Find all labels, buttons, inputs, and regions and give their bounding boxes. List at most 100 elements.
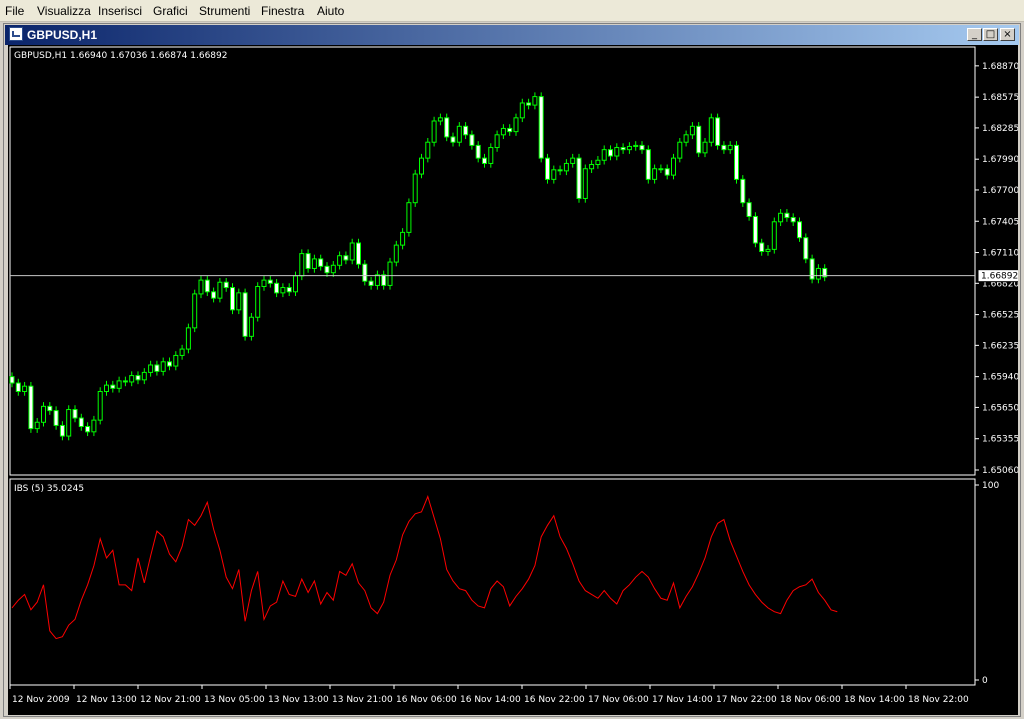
menu-strumenti[interactable]: Strumenti — [199, 4, 250, 18]
candle-body[interactable] — [759, 242, 765, 252]
minimize-button[interactable]: _ — [967, 28, 982, 41]
candle-body[interactable] — [412, 173, 418, 204]
candle-body[interactable] — [41, 405, 46, 423]
candle-body[interactable] — [160, 361, 166, 372]
candle-body[interactable] — [538, 96, 544, 159]
candle-body[interactable] — [475, 144, 481, 159]
candle-body[interactable] — [59, 424, 65, 437]
candle-body[interactable] — [708, 117, 714, 143]
candle-body[interactable] — [211, 291, 217, 299]
candle-body[interactable] — [116, 380, 122, 389]
candle-body[interactable] — [198, 279, 204, 295]
menu-visualizza[interactable]: Visualizza — [37, 4, 91, 18]
candle-body[interactable] — [696, 125, 702, 154]
candle-body[interactable] — [318, 258, 324, 267]
candle-body[interactable] — [456, 125, 462, 143]
candle-body[interactable] — [311, 258, 317, 269]
candle-body[interactable] — [727, 144, 733, 151]
candle-body[interactable] — [815, 267, 821, 280]
window-titlebar[interactable]: GBPUSD,H1 _ □ × — [5, 25, 1019, 45]
candle-body[interactable] — [683, 134, 689, 143]
candle-body[interactable] — [545, 157, 550, 180]
candle-body[interactable] — [135, 375, 141, 381]
candle-body[interactable] — [261, 279, 267, 287]
candle-body[interactable] — [620, 147, 626, 151]
candle-body[interactable] — [797, 221, 802, 239]
candle-body[interactable] — [85, 426, 91, 433]
candle-body[interactable] — [362, 263, 368, 282]
candle-body[interactable] — [204, 279, 210, 293]
menu-file[interactable]: File — [5, 4, 24, 18]
candle-body[interactable] — [248, 316, 254, 337]
candle-body[interactable] — [639, 144, 645, 151]
candle-body[interactable] — [771, 221, 777, 250]
candle-body[interactable] — [582, 168, 588, 199]
candle-body[interactable] — [444, 117, 450, 138]
candle-body[interactable] — [179, 348, 185, 356]
candle-body[interactable] — [469, 134, 475, 146]
candle-body[interactable] — [532, 96, 538, 106]
candle-body[interactable] — [368, 280, 374, 286]
candle-body[interactable] — [652, 168, 658, 180]
candle-body[interactable] — [122, 380, 128, 383]
candle-body[interactable] — [47, 405, 53, 412]
candle-body[interactable] — [286, 287, 292, 293]
menu-inserisci[interactable]: Inserisci — [98, 4, 142, 18]
candle-body[interactable] — [406, 202, 412, 233]
candle-body[interactable] — [519, 102, 525, 119]
candle-body[interactable] — [28, 385, 34, 430]
candle-body[interactable] — [53, 410, 59, 426]
candle-body[interactable] — [734, 144, 739, 180]
candle-body[interactable] — [557, 169, 563, 172]
candle-body[interactable] — [715, 117, 721, 146]
candle-body[interactable] — [645, 149, 651, 180]
candle-body[interactable] — [110, 384, 116, 389]
candle-body[interactable] — [551, 169, 557, 180]
candle-body[interactable] — [217, 281, 223, 299]
candle-body[interactable] — [330, 264, 336, 274]
candle-body[interactable] — [349, 242, 355, 261]
candle-body[interactable] — [387, 261, 393, 286]
candle-body[interactable] — [752, 215, 758, 244]
candle-body[interactable] — [702, 141, 708, 154]
candle-body[interactable] — [677, 141, 683, 159]
candle-body[interactable] — [91, 419, 97, 433]
candle-body[interactable] — [293, 275, 298, 293]
candle-body[interactable] — [513, 117, 519, 133]
chart-area[interactable]: 1.68870 1.68575 1.68285 1.67990 1.67700 1.674… — [8, 45, 1021, 715]
candle-body[interactable] — [526, 102, 532, 106]
candle-body[interactable] — [689, 125, 695, 136]
candle-body[interactable] — [803, 237, 809, 260]
candle-body[interactable] — [437, 117, 443, 122]
candle-body[interactable] — [746, 202, 752, 217]
candle-body[interactable] — [721, 144, 727, 151]
candle-body[interactable] — [482, 157, 487, 164]
candle-body[interactable] — [15, 382, 21, 393]
menu-aiuto[interactable]: Aiuto — [317, 4, 344, 18]
candle-body[interactable] — [78, 417, 84, 428]
candle-body[interactable] — [671, 157, 676, 176]
candle-body[interactable] — [778, 212, 784, 223]
candle-body[interactable] — [274, 282, 280, 294]
candle-body[interactable] — [626, 145, 632, 151]
candle-body[interactable] — [66, 409, 72, 437]
candle-body[interactable] — [488, 147, 494, 164]
candle-body[interactable] — [507, 127, 513, 133]
candle-body[interactable] — [790, 217, 796, 223]
candle-body[interactable] — [431, 120, 437, 143]
candle-body[interactable] — [223, 281, 229, 289]
candle-body[interactable] — [595, 159, 601, 166]
candle-body[interactable] — [494, 134, 500, 149]
candle-body[interactable] — [765, 248, 771, 252]
candle-body[interactable] — [563, 162, 569, 172]
candle-body[interactable] — [633, 144, 639, 147]
candle-body[interactable] — [576, 157, 582, 199]
candle-body[interactable] — [740, 178, 746, 204]
candle-body[interactable] — [141, 371, 147, 381]
candle-body[interactable] — [356, 242, 361, 265]
candle-body[interactable] — [129, 375, 135, 383]
candle-body[interactable] — [381, 274, 387, 286]
candle-body[interactable] — [72, 409, 78, 419]
candle-body[interactable] — [299, 253, 305, 277]
candle-body[interactable] — [255, 285, 261, 318]
